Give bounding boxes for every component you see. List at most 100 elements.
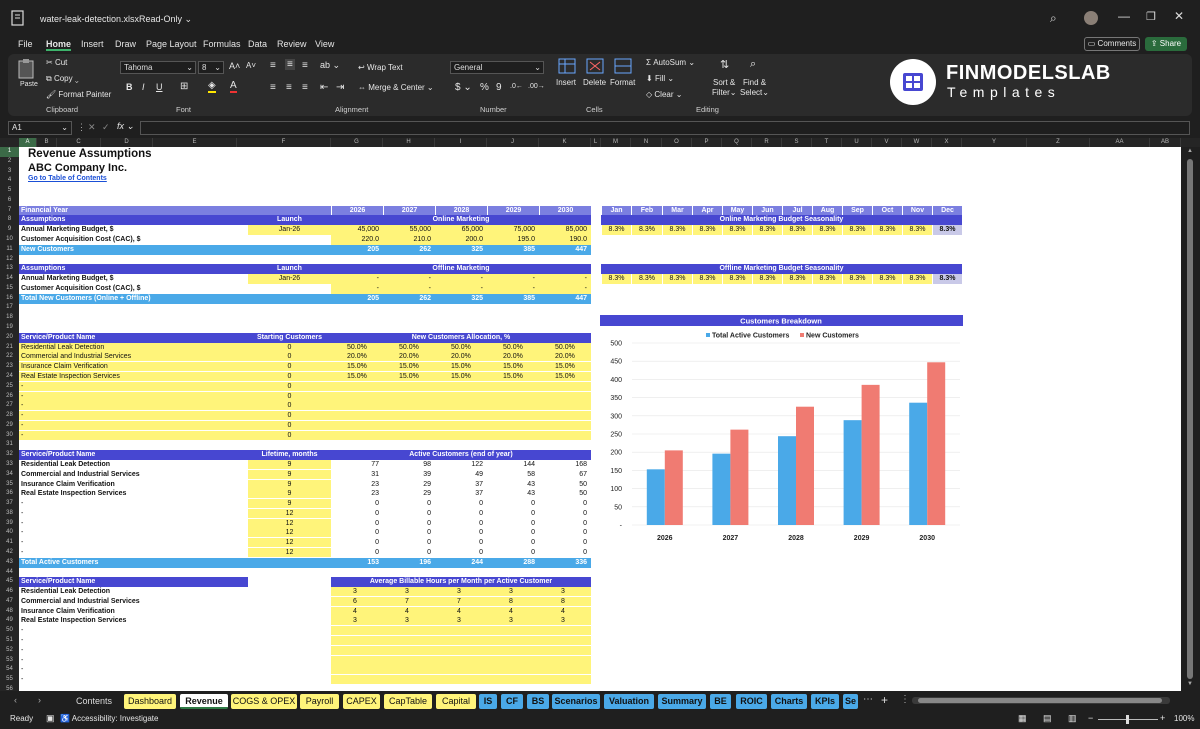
menu-tab-file[interactable]: File [18,39,33,49]
hours-value[interactable] [435,626,487,637]
launch-value[interactable]: Jan-26 [248,274,331,285]
budget-value[interactable]: 45,000 [331,225,383,236]
starting-customers-value[interactable]: 0 [248,430,331,441]
row-header-49[interactable]: 49 [0,616,19,626]
hours-value[interactable]: 3 [539,587,591,598]
row-header-52[interactable]: 52 [0,646,19,656]
allocation-value[interactable] [383,391,435,402]
allocation-value[interactable] [487,401,539,412]
row-header-26[interactable]: 26 [0,392,19,402]
column-header-o[interactable]: O [662,138,692,147]
seasonality-value[interactable]: 8.3% [873,274,902,285]
allocation-value[interactable] [331,411,383,422]
sheet-tab-revenue[interactable]: Revenue [180,694,228,709]
sheet-tab-capital[interactable]: Capital [436,694,476,709]
row-header-28[interactable]: 28 [0,411,19,421]
lifetime-value[interactable]: 12 [248,528,331,539]
page-break-view-icon[interactable]: ▥ [1068,713,1077,724]
allocation-value[interactable]: 50.0% [435,342,487,353]
seasonality-value[interactable]: 8.3% [632,274,662,285]
share-button[interactable]: ⇪ Share [1145,37,1187,51]
orientation-icon[interactable]: ab ⌄ [320,60,340,71]
lifetime-value[interactable]: 12 [248,508,331,519]
sheet-tab-cf[interactable]: CF [501,694,523,709]
percent-icon[interactable]: % [480,82,489,93]
row-header-51[interactable]: 51 [0,636,19,646]
row-header-35[interactable]: 35 [0,480,19,490]
sheet-tab-roic[interactable]: ROIC [736,694,767,709]
allocation-value[interactable] [331,391,383,402]
row-header-19[interactable]: 19 [0,323,19,333]
hours-value[interactable] [435,665,487,676]
row-header-39[interactable]: 39 [0,519,19,529]
insert-cells-button[interactable]: Insert [554,58,580,98]
font-name-select[interactable]: Tahoma ⌄ [120,61,196,74]
italic-icon[interactable]: I [142,82,145,92]
seasonality-value[interactable]: 8.3% [903,274,932,285]
row-header-36[interactable]: 36 [0,489,19,499]
allocation-service-name[interactable]: Insurance Claim Verification [19,362,248,373]
grow-font-icon[interactable]: A˄ [229,61,240,71]
vertical-scroll-thumb[interactable] [1187,159,1193,679]
underline-icon[interactable]: U [156,82,163,92]
column-header-z[interactable]: Z [1027,138,1090,147]
hours-value[interactable]: 3 [487,616,539,627]
bold-icon[interactable]: B [126,82,133,92]
cac-value[interactable]: - [539,283,591,294]
sort-filter-button[interactable]: ⇅ Sort & Filter⌄ [710,58,740,102]
hours-value[interactable] [383,626,435,637]
cac-value[interactable]: - [331,283,383,294]
row-header-47[interactable]: 47 [0,597,19,607]
column-header-e[interactable]: E [153,138,237,147]
starting-customers-value[interactable]: 0 [248,391,331,402]
allocation-value[interactable] [487,411,539,422]
hours-value[interactable] [539,655,591,666]
allocation-value[interactable] [539,411,591,422]
allocation-value[interactable] [539,391,591,402]
find-select-button[interactable]: ⌕ Find & Select⌄ [740,58,772,102]
starting-customers-value[interactable]: 0 [248,401,331,412]
font-color-icon[interactable]: A [230,80,237,93]
hours-value[interactable] [383,636,435,646]
sheet-tab-contents[interactable]: Contents [68,694,120,709]
hours-value[interactable] [487,675,539,686]
allocation-value[interactable]: 15.0% [331,362,383,373]
allocation-value[interactable] [383,401,435,412]
allocation-value[interactable]: 15.0% [383,362,435,373]
hours-value[interactable] [539,645,591,656]
increase-decimal-icon[interactable]: .0← [510,83,523,90]
allocation-value[interactable]: 15.0% [487,371,539,382]
cac-value[interactable]: 200.0 [435,235,487,246]
toc-link[interactable]: Go to Table of Contents [28,175,107,182]
allocation-value[interactable]: 20.0% [435,352,487,363]
row-header-43[interactable]: 43 [0,558,19,568]
increase-indent-icon[interactable]: ⇥ [336,82,344,93]
horizontal-scrollbar[interactable] [912,697,1170,704]
row-header-46[interactable]: 46 [0,587,19,597]
row-header-25[interactable]: 25 [0,382,19,392]
sheet-tab-capex[interactable]: CAPEX [343,694,380,709]
decrease-decimal-icon[interactable]: .00→ [528,83,545,90]
seasonality-value[interactable]: 8.3% [843,225,872,236]
budget-value[interactable]: 85,000 [539,225,591,236]
allocation-value[interactable] [539,401,591,412]
lifetime-value[interactable]: 9 [248,459,331,470]
sheet-tab-payroll[interactable]: Payroll [300,694,339,709]
cac-value[interactable]: 190.0 [539,235,591,246]
allocation-value[interactable] [435,420,487,431]
row-header-37[interactable]: 37 [0,499,19,509]
starting-customers-value[interactable]: 0 [248,381,331,392]
sheet-tab-be[interactable]: BE [710,694,731,709]
lifetime-value[interactable]: 12 [248,538,331,549]
column-header-d[interactable]: D [101,138,153,147]
zoom-in-icon[interactable]: + [1160,713,1165,723]
name-box[interactable]: A1 ⌄ [8,121,72,135]
seasonality-value[interactable]: 8.3% [783,274,812,285]
allocation-service-name[interactable]: - [19,420,248,431]
wrap-text-button[interactable]: ↩ Wrap Text [358,63,403,72]
column-header-a[interactable]: A [19,138,37,147]
row-header-50[interactable]: 50 [0,626,19,636]
allocation-value[interactable] [539,430,591,441]
menu-tab-review[interactable]: Review [277,39,307,49]
column-header-q[interactable]: Q [722,138,752,147]
